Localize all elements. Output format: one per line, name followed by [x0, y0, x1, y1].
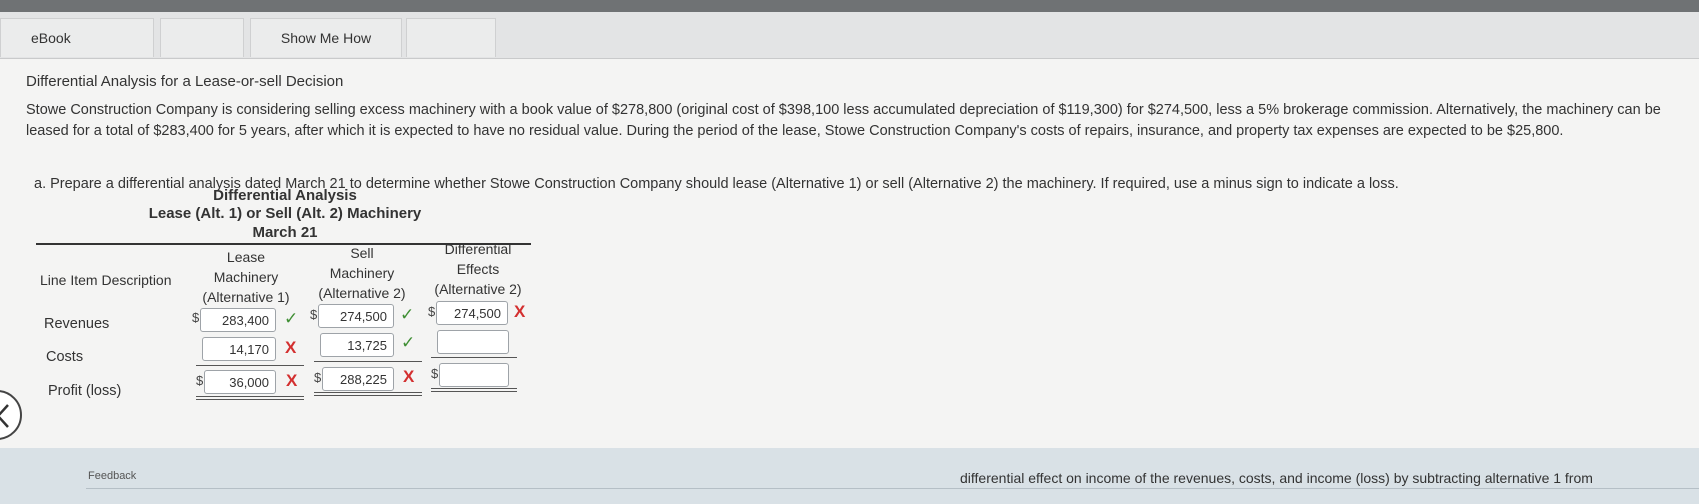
- previous-button[interactable]: [0, 390, 22, 440]
- problem-paragraph: Stowe Construction Company is considerin…: [26, 102, 1661, 139]
- total-double-rule: [314, 395, 422, 396]
- chevron-left-icon: [0, 404, 9, 428]
- total-double-rule: [431, 391, 517, 392]
- profit-sell-input[interactable]: [322, 367, 394, 391]
- total-double-rule: [431, 388, 517, 389]
- browser-top-bar: [0, 0, 1699, 12]
- tab-blank: [160, 18, 244, 57]
- col-lease-header: Lease Machinery (Alternative 1): [202, 249, 290, 305]
- correct-check-icon: ✓: [401, 333, 416, 352]
- analysis-subheading: Lease (Alt. 1) or Sell (Alt. 2) Machiner…: [148, 205, 422, 222]
- dollar-sign: $: [310, 307, 318, 322]
- profit-diff-input[interactable]: [439, 363, 509, 387]
- problem-title: Differential Analysis for a Lease-or-sel…: [26, 73, 344, 90]
- dollar-sign: $: [428, 304, 436, 319]
- analysis-date: March 21: [252, 224, 318, 241]
- incorrect-x-icon: X: [403, 367, 415, 386]
- correct-check-icon: ✓: [284, 309, 299, 328]
- incorrect-x-icon: X: [285, 338, 297, 357]
- revenues-diff-input[interactable]: [436, 301, 508, 325]
- revenues-sell-input[interactable]: [318, 304, 394, 328]
- col-line-item-header: Line Item Description: [40, 272, 172, 288]
- analysis-heading: Differential Analysis: [213, 187, 357, 204]
- incorrect-x-icon: X: [286, 371, 298, 390]
- costs-diff-input[interactable]: [437, 330, 509, 354]
- dollar-sign: $: [431, 366, 439, 381]
- col-diff-header: Differential Effects (Alternative 2): [434, 241, 522, 297]
- correct-check-icon: ✓: [400, 305, 415, 324]
- incorrect-x-icon: X: [514, 302, 526, 321]
- feedback-label: Feedback: [88, 470, 137, 482]
- costs-sell-input[interactable]: [320, 333, 394, 357]
- row-label-profit-loss: Profit (loss): [48, 383, 122, 399]
- tab-ebook[interactable]: eBook: [0, 18, 154, 57]
- row-label-costs: Costs: [46, 349, 84, 365]
- subtotal-rule: [314, 361, 422, 362]
- dollar-sign: $: [196, 373, 204, 388]
- total-double-rule: [196, 396, 304, 397]
- profit-lease-input[interactable]: [204, 370, 276, 394]
- tab-show-me-how[interactable]: Show Me How: [250, 18, 402, 57]
- feedback-divider: [86, 488, 1699, 489]
- dollar-sign: $: [192, 310, 200, 325]
- total-double-rule: [196, 399, 304, 400]
- feedback-text: differential effect on income of the rev…: [960, 470, 1593, 486]
- row-label-revenues: Revenues: [44, 316, 110, 332]
- costs-lease-input[interactable]: [202, 337, 276, 361]
- revenues-lease-input[interactable]: [200, 308, 276, 332]
- total-double-rule: [314, 392, 422, 393]
- subtotal-rule: [196, 365, 304, 366]
- dollar-sign: $: [314, 370, 322, 385]
- col-sell-header: Sell Machinery (Alternative 2): [318, 245, 406, 301]
- subtotal-rule: [431, 357, 517, 358]
- tab-blank-2: [406, 18, 496, 57]
